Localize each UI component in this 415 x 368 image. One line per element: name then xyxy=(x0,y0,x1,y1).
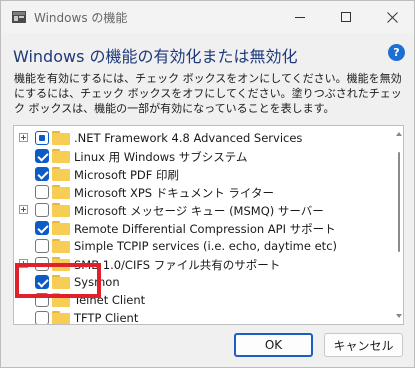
feature-label: Microsoft メッセージ キュー (MSMQ) サーバー xyxy=(74,204,324,218)
feature-row[interactable]: .NET Framework 4.8 Advanced Services xyxy=(14,129,384,147)
feature-row[interactable]: Microsoft PDF 印刷 xyxy=(14,165,384,183)
close-icon xyxy=(386,11,398,23)
folder-icon xyxy=(52,239,70,253)
sysmon-highlight xyxy=(15,263,101,298)
expand-icon[interactable] xyxy=(19,133,28,142)
maximize-button[interactable] xyxy=(323,1,369,33)
feature-checkbox[interactable] xyxy=(35,167,49,181)
feature-row[interactable]: Microsoft XPS ドキュメント ライター xyxy=(14,183,384,201)
feature-label: SMB 1.0/CIFS ファイル共有のサポート xyxy=(74,258,281,272)
feature-checkbox[interactable] xyxy=(35,221,49,235)
feature-label: Microsoft XPS ドキュメント ライター xyxy=(74,186,274,200)
feature-row[interactable]: Simple TCPIP services (i.e. echo, daytim… xyxy=(14,237,384,255)
feature-label: Simple TCPIP services (i.e. echo, daytim… xyxy=(74,239,338,253)
feature-checkbox[interactable] xyxy=(35,239,49,253)
feature-checkbox[interactable] xyxy=(35,131,49,145)
help-icon[interactable]: ? xyxy=(388,44,405,61)
windows-features-dialog: Windows の機能 Windows の機能の有効化または無効化 ? 機能を有… xyxy=(0,0,415,368)
feature-checkbox[interactable] xyxy=(35,203,49,217)
dialog-description: 機能を有効にするには、チェック ボックスをオンにしてください。機能を無効にするに… xyxy=(14,72,402,115)
windows-features-icon xyxy=(12,11,26,23)
minimize-button[interactable] xyxy=(277,1,323,33)
feature-label: .NET Framework 4.8 Advanced Services xyxy=(74,131,303,145)
feature-checkbox[interactable] xyxy=(35,149,49,163)
scrollbar-thumb[interactable] xyxy=(398,152,400,252)
feature-label: Remote Differential Compression API サポート xyxy=(74,222,336,236)
scroll-up-icon[interactable] xyxy=(396,132,402,136)
feature-checkbox[interactable] xyxy=(35,311,49,324)
feature-row[interactable]: Linux 用 Windows サブシステム xyxy=(14,147,384,165)
feature-label: Microsoft PDF 印刷 xyxy=(74,168,180,182)
scroll-down-icon[interactable] xyxy=(396,314,402,318)
feature-row[interactable]: Remote Differential Compression API サポート xyxy=(14,219,384,237)
folder-icon xyxy=(52,149,70,163)
folder-icon xyxy=(52,203,70,217)
folder-icon xyxy=(52,167,70,181)
folder-icon xyxy=(52,311,70,324)
folder-icon xyxy=(52,185,70,199)
ok-button[interactable]: OK xyxy=(234,333,313,357)
minimize-icon xyxy=(295,16,305,18)
expand-icon[interactable] xyxy=(19,205,28,214)
feature-row[interactable]: TFTP Client xyxy=(14,309,384,325)
feature-checkbox[interactable] xyxy=(35,185,49,199)
folder-icon xyxy=(52,131,70,145)
feature-row[interactable]: Microsoft メッセージ キュー (MSMQ) サーバー xyxy=(14,201,384,219)
close-button[interactable] xyxy=(369,1,415,33)
feature-label: TFTP Client xyxy=(74,311,139,325)
title-bar[interactable]: Windows の機能 xyxy=(1,1,414,33)
maximize-icon xyxy=(341,12,351,22)
vertical-scrollbar[interactable] xyxy=(394,126,403,324)
window-title: Windows の機能 xyxy=(34,11,128,25)
folder-icon xyxy=(52,221,70,235)
feature-label: Linux 用 Windows サブシステム xyxy=(74,150,248,164)
cancel-button[interactable]: キャンセル xyxy=(324,333,403,357)
dialog-heading: Windows の機能の有効化または無効化 xyxy=(13,47,298,66)
